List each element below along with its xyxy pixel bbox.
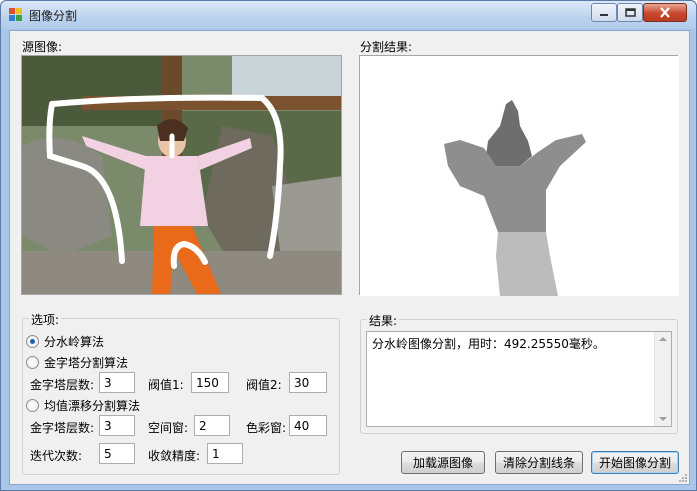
convergence-label: 收敛精度:	[148, 449, 201, 463]
threshold2-input[interactable]	[289, 372, 327, 393]
source-image[interactable]	[21, 55, 342, 295]
convergence-input[interactable]	[207, 443, 243, 464]
watershed-radio[interactable]: 分水岭算法	[26, 333, 104, 350]
result-image-label: 分割结果:	[360, 40, 413, 54]
results-text: 分水岭图像分割，用时：492.25550毫秒。	[372, 337, 605, 351]
clear-lines-button[interactable]: 清除分割线条	[495, 451, 583, 474]
spatial-window-label: 空间窗:	[148, 421, 189, 435]
app-icon	[9, 8, 23, 22]
meanshift-radio[interactable]: 均值漂移分割算法	[26, 397, 140, 414]
pyramid-levels-label: 金字塔层数:	[30, 378, 95, 392]
meanshift-levels-input[interactable]	[99, 415, 135, 436]
maximize-button[interactable]	[617, 3, 643, 22]
radio-dot	[26, 335, 39, 348]
segmentation-result	[360, 56, 679, 296]
source-photo	[22, 56, 341, 294]
color-window-label: 色彩窗:	[246, 421, 287, 435]
start-segmentation-button[interactable]: 开始图像分割	[591, 451, 679, 474]
radio-dot	[26, 356, 39, 369]
iterations-input[interactable]	[99, 443, 135, 464]
app-window: 图像分割 源图像: 分割结果: 选项: 分水岭算法 金字塔分割算法 金字塔层数:…	[0, 0, 697, 491]
maximize-icon	[624, 8, 636, 17]
watershed-label: 分水岭算法	[44, 335, 105, 349]
window-title: 图像分割	[29, 9, 78, 23]
pyramid-radio[interactable]: 金字塔分割算法	[26, 354, 128, 371]
close-button[interactable]	[643, 3, 687, 22]
threshold1-label: 阀值1:	[148, 378, 184, 392]
pyramid-label: 金字塔分割算法	[44, 356, 129, 370]
options-group-title: 选项:	[29, 311, 62, 328]
title-bar[interactable]: 图像分割	[1, 1, 696, 29]
iterations-label: 迭代次数:	[30, 449, 83, 463]
threshold2-label: 阀值2:	[246, 378, 282, 392]
results-scrollbar[interactable]	[654, 332, 671, 426]
client-area: 源图像: 分割结果: 选项: 分水岭算法 金字塔分割算法 金字塔层数: 3 阀值…	[9, 30, 690, 485]
resize-grip-icon[interactable]	[677, 472, 687, 482]
threshold1-input[interactable]	[191, 372, 229, 393]
meanshift-label: 均值漂移分割算法	[44, 399, 141, 413]
result-image	[359, 55, 679, 296]
minimize-icon	[600, 13, 608, 16]
minimize-button[interactable]	[591, 3, 617, 22]
close-icon	[660, 7, 670, 18]
pyramid-levels-input[interactable]	[99, 372, 135, 393]
results-group-title: 结果:	[367, 312, 400, 329]
load-image-button[interactable]: 加载源图像	[401, 451, 485, 474]
spatial-window-input[interactable]	[194, 415, 230, 436]
radio-dot	[26, 399, 39, 412]
results-textbox[interactable]: 分水岭图像分割，用时：492.25550毫秒。	[366, 331, 672, 427]
scroll-up-icon	[659, 337, 667, 341]
meanshift-levels-label: 金字塔层数:	[30, 421, 95, 435]
source-image-label: 源图像:	[22, 40, 63, 54]
color-window-input[interactable]	[289, 415, 327, 436]
scroll-down-icon	[659, 417, 667, 421]
